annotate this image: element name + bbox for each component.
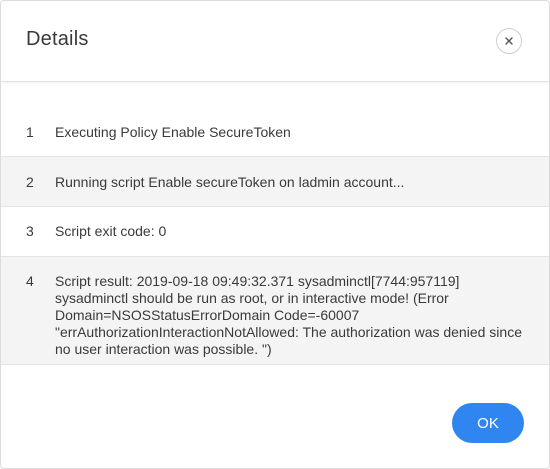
log-row-number: 2 xyxy=(26,174,34,190)
ok-button[interactable]: OK xyxy=(452,403,524,443)
details-dialog: Details 1 Executing Policy Enable Secure… xyxy=(0,0,550,469)
log-row-number: 3 xyxy=(26,223,34,239)
log-row: 1 Executing Policy Enable SecureToken xyxy=(1,108,549,157)
log-row-number: 1 xyxy=(26,124,34,140)
log-row-number: 4 xyxy=(26,273,34,289)
close-icon xyxy=(504,36,514,46)
dialog-title: Details xyxy=(26,28,89,50)
log-row: 2 Running script Enable secureToken on l… xyxy=(1,157,549,207)
log-row-text: Script exit code: 0 xyxy=(55,223,167,239)
dialog-header: Details xyxy=(1,1,549,82)
log-list: 1 Executing Policy Enable SecureToken 2 … xyxy=(1,108,549,365)
close-button[interactable] xyxy=(496,28,522,54)
log-row-text: Executing Policy Enable SecureToken xyxy=(55,124,291,140)
log-row: 4 Script result: 2019-09-18 09:49:32.371… xyxy=(1,257,549,365)
log-row-text: Script result: 2019-09-18 09:49:32.371 s… xyxy=(55,273,522,357)
log-row-text: Running script Enable secureToken on lad… xyxy=(55,174,405,190)
log-row: 3 Script exit code: 0 xyxy=(1,207,549,257)
